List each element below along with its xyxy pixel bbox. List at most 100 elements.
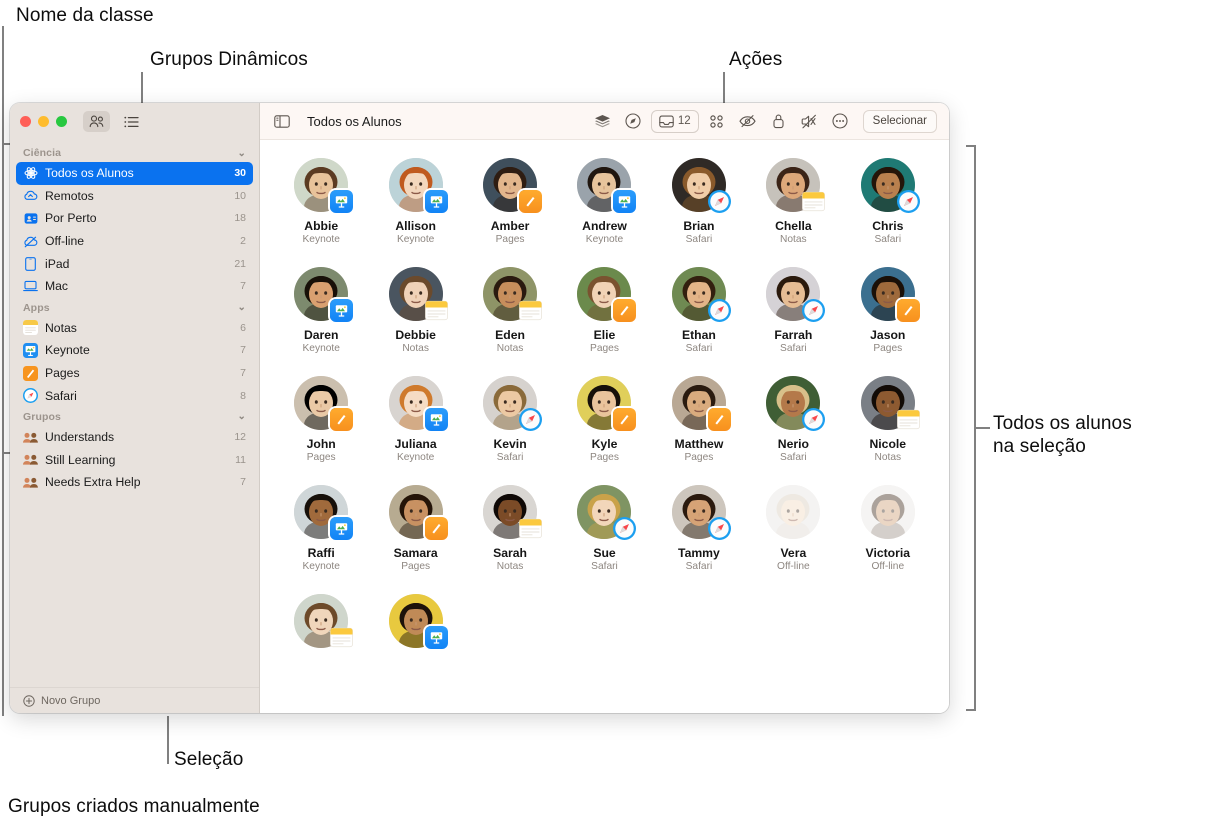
- student-name: Juliana: [394, 437, 437, 451]
- sidebar-item-off-line[interactable]: Off-line 2: [16, 230, 253, 253]
- student-card[interactable]: John Pages: [274, 376, 368, 463]
- sidebar-section-header[interactable]: Apps ⌄: [10, 298, 259, 317]
- student-card[interactable]: Kyle Pages: [557, 376, 651, 463]
- sidebar-item-safari[interactable]: Safari 8: [16, 384, 253, 407]
- student-card[interactable]: Matthew Pages: [652, 376, 746, 463]
- sidebar-item-notas[interactable]: Notas 6: [16, 317, 253, 340]
- student-card[interactable]: Juliana Keynote: [368, 376, 462, 463]
- sidebar-item-label: iPad: [45, 256, 70, 271]
- sidebar-item-mac[interactable]: Mac 7: [16, 275, 253, 298]
- avatar-wrap: [577, 158, 637, 213]
- sidebar-item-todos-os-alunos[interactable]: Todos os Alunos 30: [16, 162, 253, 185]
- student-card[interactable]: Debbie Notas: [368, 267, 462, 354]
- student-card[interactable]: Brian Safari: [652, 158, 746, 245]
- mute-icon[interactable]: [796, 110, 823, 133]
- student-status: Keynote: [302, 561, 340, 572]
- sidebar-item-still-learning[interactable]: Still Learning 11: [16, 449, 253, 472]
- student-card[interactable]: Sarah Notas: [463, 485, 557, 572]
- student-status: Keynote: [396, 452, 435, 463]
- zoom-button[interactable]: [56, 116, 67, 127]
- chevron-down-icon[interactable]: ⌄: [238, 411, 246, 422]
- student-card[interactable]: Allison Keynote: [368, 158, 462, 245]
- avatar-wrap: [577, 376, 637, 431]
- sidebar-item-ipad[interactable]: iPad 21: [16, 252, 253, 275]
- sidebar-item-por-perto[interactable]: Por Perto 18: [16, 207, 253, 230]
- student-card[interactable]: Nerio Safari: [746, 376, 840, 463]
- student-status: Notas: [874, 452, 902, 463]
- more-icon[interactable]: [827, 110, 854, 133]
- navigate-icon[interactable]: [620, 110, 647, 133]
- student-card[interactable]: Samara Pages: [368, 485, 462, 572]
- student-card[interactable]: Amber Pages: [463, 158, 557, 245]
- student-name: Vera: [780, 546, 807, 560]
- atom-icon: [23, 166, 38, 181]
- student-card[interactable]: Jason Pages: [841, 267, 935, 354]
- student-status: Pages: [401, 561, 431, 572]
- lock-icon[interactable]: [765, 110, 792, 133]
- window-controls[interactable]: [20, 116, 67, 127]
- student-card[interactable]: [274, 594, 368, 656]
- sidebar-item-keynote[interactable]: Keynote 7: [16, 339, 253, 362]
- sidebar-section-header[interactable]: Grupos ⌄: [10, 407, 259, 426]
- student-status: Pages: [684, 452, 714, 463]
- new-group-button[interactable]: Novo Grupo: [10, 687, 259, 713]
- sidebar-sections[interactable]: Ciência ⌄ Todos os Alunos 30 Remotos 10 …: [10, 140, 259, 687]
- eye-slash-icon[interactable]: [734, 110, 761, 133]
- avatar-wrap: [294, 267, 354, 322]
- student-card[interactable]: Chris Safari: [841, 158, 935, 245]
- app-window: Ciência ⌄ Todos os Alunos 30 Remotos 10 …: [10, 103, 949, 713]
- student-card[interactable]: Farrah Safari: [746, 267, 840, 354]
- list-view-toggle[interactable]: [118, 111, 145, 132]
- group-icon: [23, 452, 38, 467]
- avatar-wrap: [294, 594, 354, 648]
- people-view-toggle[interactable]: [83, 111, 110, 132]
- select-button[interactable]: Selecionar: [862, 109, 937, 133]
- app-badge-safari: [802, 408, 826, 431]
- apps-grid-icon[interactable]: [703, 110, 730, 133]
- student-card[interactable]: [368, 594, 462, 656]
- app-badge-safari: [519, 408, 543, 431]
- avatar-wrap: [766, 485, 821, 539]
- student-status: Keynote: [302, 234, 340, 245]
- student-card[interactable]: Nicole Notas: [841, 376, 935, 463]
- sidebar-toggle-icon[interactable]: [274, 114, 290, 128]
- avatar-wrap: [860, 485, 915, 539]
- student-status: Keynote: [302, 343, 340, 354]
- sidebar-item-count: 7: [240, 476, 246, 489]
- student-card[interactable]: Sue Safari: [557, 485, 651, 572]
- avatar-wrap: [577, 485, 637, 540]
- sidebar-item-label: Understands: [45, 430, 115, 445]
- chevron-down-icon[interactable]: ⌄: [238, 302, 246, 313]
- student-card[interactable]: Vera Off-line: [746, 485, 840, 572]
- student-card[interactable]: Ethan Safari: [652, 267, 746, 354]
- app-badge-notas: [519, 299, 542, 322]
- student-card[interactable]: Elie Pages: [557, 267, 651, 354]
- student-card[interactable]: Andrew Keynote: [557, 158, 651, 245]
- student-card[interactable]: Kevin Safari: [463, 376, 557, 463]
- sidebar-item-pages[interactable]: Pages 7: [16, 362, 253, 385]
- student-card[interactable]: Abbie Keynote: [274, 158, 368, 245]
- student-status: Safari: [874, 234, 902, 245]
- app-badge-pages: [707, 408, 731, 431]
- sidebar-item-needs-extra-help[interactable]: Needs Extra Help 7: [16, 471, 253, 494]
- new-group-label: Novo Grupo: [41, 694, 101, 707]
- student-card[interactable]: Daren Keynote: [274, 267, 368, 354]
- layers-icon[interactable]: [589, 110, 616, 133]
- student-card[interactable]: Eden Notas: [463, 267, 557, 354]
- student-card[interactable]: Chella Notas: [746, 158, 840, 245]
- student-card[interactable]: Tammy Safari: [652, 485, 746, 572]
- sidebar-item-remotos[interactable]: Remotos 10: [16, 185, 253, 208]
- minimize-button[interactable]: [38, 116, 49, 127]
- close-button[interactable]: [20, 116, 31, 127]
- sidebar-item-label: Keynote: [45, 343, 90, 358]
- app-badge-pages: [330, 408, 354, 431]
- sidebar-section-header[interactable]: Ciência ⌄: [10, 143, 259, 162]
- student-card[interactable]: Victoria Off-line: [841, 485, 935, 572]
- student-status: Safari: [780, 452, 807, 463]
- chevron-down-icon[interactable]: ⌄: [238, 148, 246, 159]
- sidebar-item-understands[interactable]: Understands 12: [16, 426, 253, 449]
- avatar-wrap: [483, 267, 542, 321]
- inbox-icon[interactable]: 12: [650, 109, 699, 133]
- student-card[interactable]: Raffi Keynote: [274, 485, 368, 572]
- sidebar-item-count: 7: [240, 344, 246, 357]
